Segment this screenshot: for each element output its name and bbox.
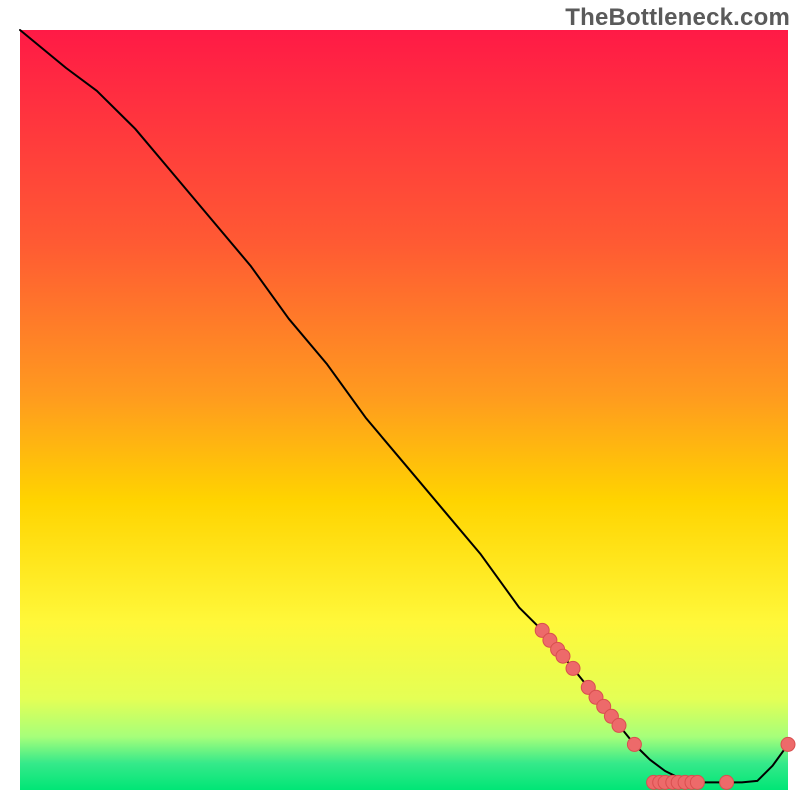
border-right [788,0,800,800]
gradient-background [20,30,788,790]
bottleneck-chart [0,0,800,800]
data-dot [566,661,580,675]
watermark-text: TheBottleneck.com [565,4,790,32]
data-dot [627,737,641,751]
data-dot [556,649,570,663]
data-dot [781,737,795,751]
data-dot [612,718,626,732]
border-bottom [0,790,800,800]
border-left [0,0,20,800]
chart-container: TheBottleneck.com [0,0,800,800]
data-dot [720,775,734,789]
data-dot [690,775,704,789]
